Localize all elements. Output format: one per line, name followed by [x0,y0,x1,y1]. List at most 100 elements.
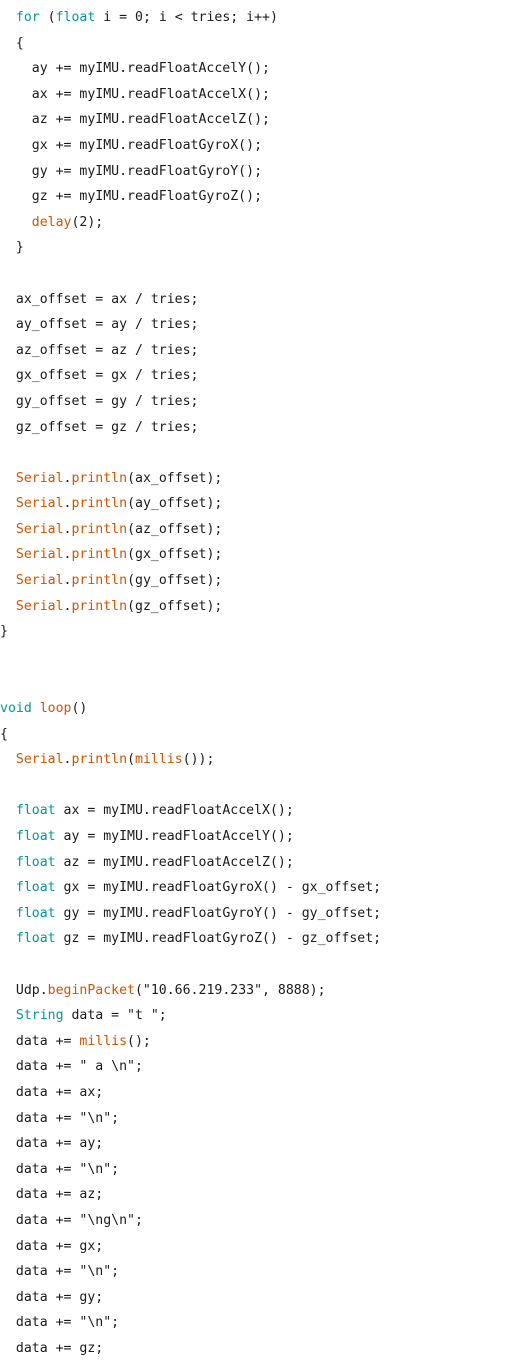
code-text: data += "\n"; [0,1315,120,1331]
code-line[interactable]: data += ax; [0,1080,516,1106]
code-line[interactable]: String data = "t "; [0,1003,516,1029]
code-text: gx = myIMU.readFloatGyroX() - gx_offset; [55,880,382,896]
code-text: (az_offset); [127,521,223,537]
code-line[interactable]: gx += myIMU.readFloatGyroX(); [0,133,516,159]
code-line[interactable]: data += ay; [0,1131,516,1157]
code-function: Serial [15,496,64,512]
code-text: data = "t "; [63,1008,167,1024]
code-line[interactable]: Serial.println(gz_offset); [0,594,516,620]
code-line[interactable]: } [0,235,516,261]
code-line[interactable] [0,952,516,978]
code-line[interactable] [0,261,516,287]
code-text: (gz_offset); [127,598,223,614]
code-line[interactable]: Serial.println(gy_offset); [0,568,516,594]
code-line[interactable]: az_offset = az / tries; [0,338,516,364]
code-line[interactable]: Serial.println(ax_offset); [0,466,516,492]
code-text: (ay_offset); [127,496,223,512]
code-function: beginPacket [47,982,135,998]
code-line[interactable]: data += " a \n"; [0,1054,516,1080]
code-line[interactable]: Serial.println(az_offset); [0,517,516,543]
code-line[interactable]: float ax = myIMU.readFloatAccelX(); [0,798,516,824]
code-line[interactable]: data += millis(); [0,1029,516,1055]
code-function: println [71,547,128,563]
code-line[interactable]: void loop() [0,696,516,722]
code-line[interactable]: float ay = myIMU.readFloatAccelY(); [0,824,516,850]
code-line[interactable]: } [0,619,516,645]
code-line[interactable]: { [0,722,516,748]
code-line[interactable]: data += gx; [0,1234,516,1260]
code-line[interactable]: data += "\n"; [0,1157,516,1183]
code-line[interactable]: gz_offset = gz / tries; [0,415,516,441]
code-text: ax = myIMU.readFloatAccelX(); [55,803,294,819]
code-text: data += "\n"; [0,1161,120,1177]
code-line[interactable]: Serial.println(gx_offset); [0,542,516,568]
code-keyword: float [55,10,96,25]
code-text: ( [39,10,56,25]
code-line[interactable]: az += myIMU.readFloatAccelZ(); [0,107,516,133]
code-line[interactable] [0,773,516,799]
code-line[interactable]: Serial.println(millis()); [0,747,516,773]
code-text: data += ax; [0,1084,104,1100]
code-line[interactable]: data += "\ng\n"; [0,1208,516,1234]
code-keyword: float [15,905,56,921]
code-text: gz_offset = gz / tries; [0,419,199,435]
code-line[interactable] [0,670,516,696]
code-text: (2); [71,214,104,230]
code-text: ax += myIMU.readFloatAccelX(); [0,86,270,102]
code-editor[interactable]: for (float i = 0; i < tries; i++) { ay +… [0,0,516,1361]
code-line[interactable]: data += az; [0,1182,516,1208]
code-keyword: String [15,1008,64,1024]
code-line[interactable]: data += gy; [0,1285,516,1311]
code-line[interactable]: float gz = myIMU.readFloatGyroZ() - gz_o… [0,926,516,952]
code-line[interactable]: ay_offset = ay / tries; [0,312,516,338]
code-function: Serial [15,547,64,563]
code-function: println [71,752,128,768]
code-line[interactable]: ax += myIMU.readFloatAccelX(); [0,82,516,108]
code-function: println [71,496,128,512]
code-line[interactable]: { [0,31,516,57]
code-line[interactable]: float gy = myIMU.readFloatGyroY() - gy_o… [0,901,516,927]
code-line[interactable]: for (float i = 0; i < tries; i++) [0,5,516,31]
code-keyword: float [15,854,56,870]
code-line[interactable]: data += "\n"; [0,1259,516,1285]
code-function: delay [31,214,72,230]
code-keyword: float [15,829,56,844]
code-line[interactable]: data += "\n"; [0,1310,516,1336]
code-text: (ax_offset); [127,470,223,486]
code-line[interactable]: float az = myIMU.readFloatAccelZ(); [0,850,516,876]
code-line[interactable]: ay += myIMU.readFloatAccelY(); [0,56,516,82]
code-line[interactable]: Serial.println(ay_offset); [0,491,516,517]
code-text: data += [0,1033,80,1049]
code-line[interactable]: gy += myIMU.readFloatGyroY(); [0,159,516,185]
code-line[interactable] [0,645,516,671]
code-line[interactable]: Udp.beginPacket("10.66.219.233", 8888); [0,978,516,1004]
code-line[interactable]: data += gz; [0,1336,516,1361]
code-line[interactable]: gy_offset = gy / tries; [0,389,516,415]
code-line[interactable]: gz += myIMU.readFloatGyroZ(); [0,184,516,210]
code-text: gy_offset = gy / tries; [0,393,199,409]
code-line[interactable]: gx_offset = gx / tries; [0,363,516,389]
code-line[interactable]: delay(2); [0,210,516,236]
code-line[interactable] [0,440,516,466]
code-function: Serial [15,752,64,768]
code-text: data += "\ng\n"; [0,1212,143,1228]
code-line[interactable]: float gx = myIMU.readFloatGyroX() - gx_o… [0,875,516,901]
code-text: Udp. [0,982,48,998]
code-keyword: void [0,701,32,717]
code-keyword: float [15,931,56,947]
editor-window: { "colors": { "background": "#ffffff", "… [0,0,516,1356]
code-line[interactable]: data += "\n"; [0,1106,516,1132]
code-text: data += "\n"; [0,1264,120,1280]
code-function: Serial [15,573,64,589]
code-line[interactable]: ax_offset = ax / tries; [0,287,516,313]
code-function: println [71,598,128,614]
code-text: ("10.66.219.233", 8888); [134,982,326,998]
